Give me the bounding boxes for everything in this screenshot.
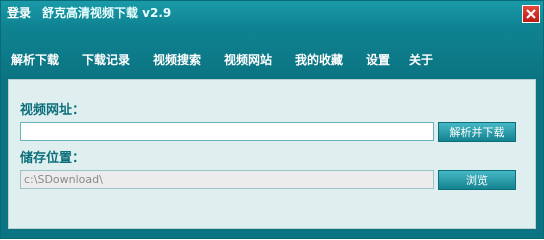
title-bar: 登录 舒克高清视频下载 v2.9 bbox=[1, 1, 543, 29]
nav-favorites[interactable]: 我的收藏 bbox=[295, 51, 343, 68]
close-button[interactable] bbox=[522, 5, 540, 23]
nav-video-sites[interactable]: 视频网站 bbox=[224, 51, 272, 68]
nav-parse-download[interactable]: 解析下载 bbox=[11, 51, 59, 68]
video-url-input[interactable] bbox=[20, 122, 434, 141]
app-window: 登录 舒克高清视频下载 v2.9 解析下载 下载记录 视频搜索 视频网站 我的收… bbox=[0, 0, 544, 239]
nav-download-history[interactable]: 下载记录 bbox=[82, 51, 130, 68]
close-icon bbox=[526, 9, 536, 19]
video-url-label: 视频网址： bbox=[20, 103, 86, 118]
nav-about[interactable]: 关于 bbox=[409, 51, 433, 68]
app-title: 舒克高清视频下载 v2.9 bbox=[42, 6, 172, 20]
browse-button[interactable]: 浏览 bbox=[438, 170, 516, 190]
save-location-label: 储存位置： bbox=[20, 151, 86, 166]
main-nav: 解析下载 下载记录 视频搜索 视频网站 我的收藏 设置 关于 bbox=[1, 45, 543, 75]
login-link[interactable]: 登录 bbox=[7, 4, 31, 21]
download-panel: 视频网址： 解析并下载 储存位置： 浏览 bbox=[8, 79, 536, 229]
nav-settings[interactable]: 设置 bbox=[366, 51, 390, 68]
parse-download-button[interactable]: 解析并下载 bbox=[438, 122, 516, 142]
nav-video-search[interactable]: 视频搜索 bbox=[153, 51, 201, 68]
save-path-input[interactable] bbox=[20, 170, 434, 189]
